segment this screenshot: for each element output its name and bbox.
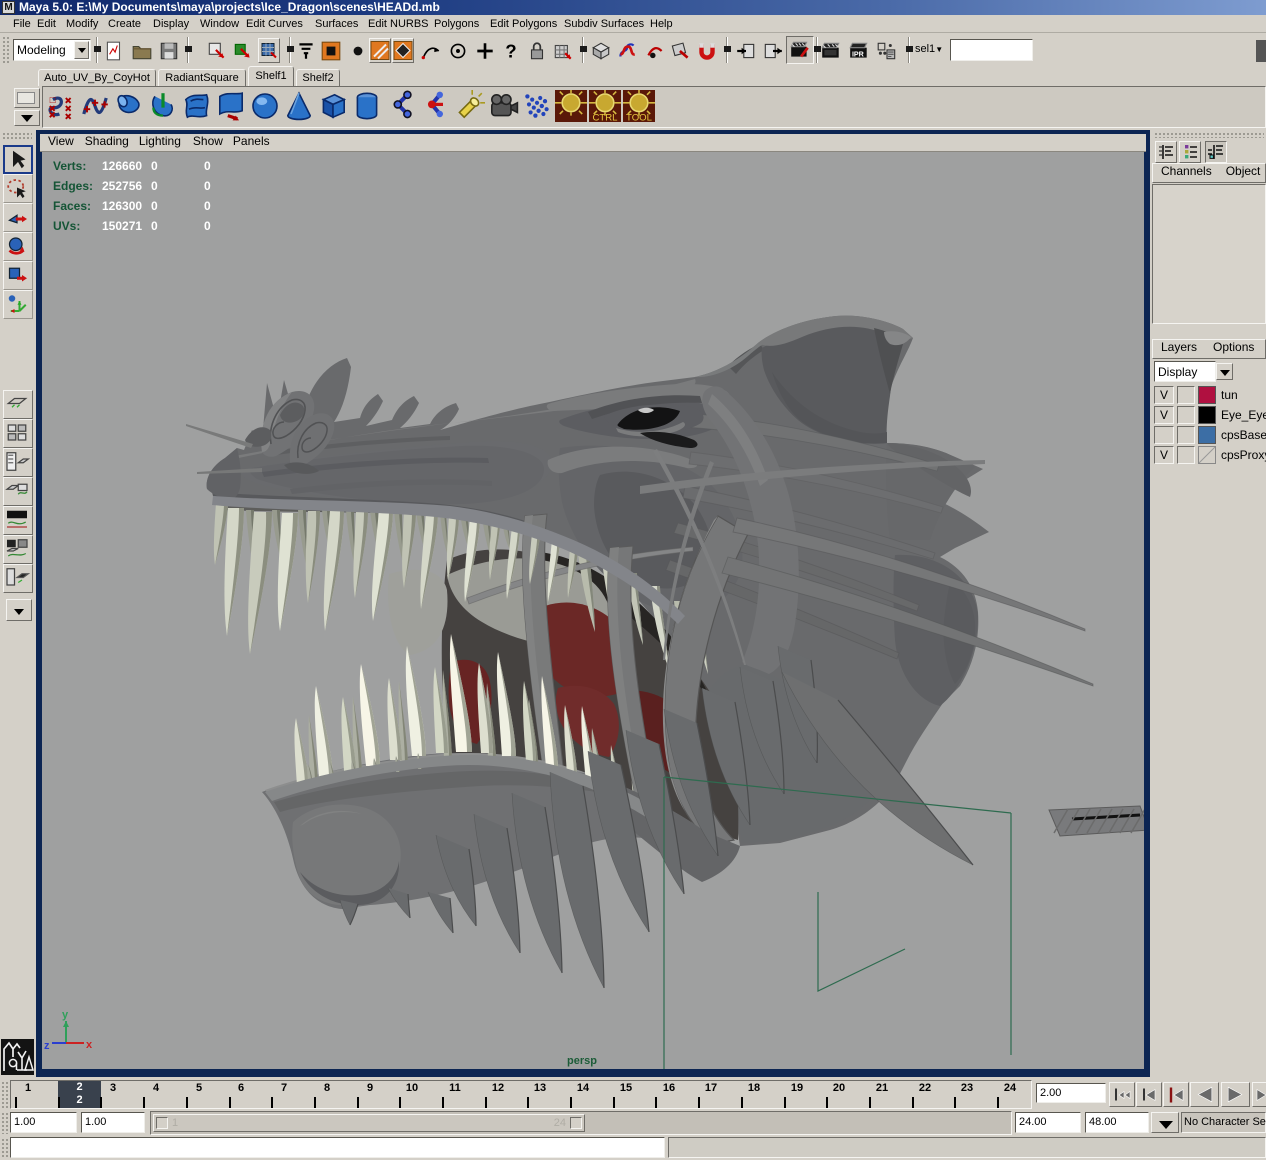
svg-text:□: □ xyxy=(50,95,56,106)
svg-text:z: z xyxy=(44,1040,50,1052)
svg-text:CTRL: CTRL xyxy=(592,112,618,122)
svg-text:IPR: IPR xyxy=(852,51,865,59)
svg-text:x: x xyxy=(86,1039,93,1051)
svg-text:y: y xyxy=(62,1009,69,1021)
svg-text:?: ? xyxy=(505,41,516,62)
svg-text:TOOL: TOOL xyxy=(626,112,653,122)
